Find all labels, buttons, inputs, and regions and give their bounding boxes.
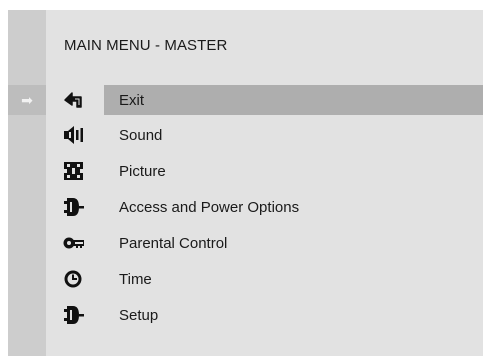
clock-icon: [63, 269, 85, 289]
key-icon: [63, 233, 85, 253]
selection-highlight: [104, 85, 483, 115]
menu-item-label: Sound: [119, 127, 163, 144]
speaker-icon: [63, 125, 85, 145]
exit-arrow-icon: [63, 90, 85, 110]
menu-item-label: Parental Control: [119, 235, 228, 252]
power-plug-icon: [63, 197, 85, 217]
menu-item-setup[interactable]: Setup: [8, 300, 483, 330]
menu-item-exit[interactable]: ➡ Exit: [8, 85, 483, 115]
menu-item-picture[interactable]: Picture: [8, 156, 483, 186]
main-menu-panel: MAIN MENU - MASTER ➡ Exit Sound Picture …: [8, 10, 483, 356]
setup-plug-icon: [63, 305, 85, 325]
menu-item-parental-control[interactable]: Parental Control: [8, 228, 483, 258]
menu-item-label: Exit: [119, 92, 145, 109]
menu-item-access-power[interactable]: Access and Power Options: [8, 192, 483, 222]
menu-item-label: Access and Power Options: [119, 199, 300, 216]
menu-item-label: Setup: [119, 307, 159, 324]
menu-item-label: Time: [119, 271, 152, 288]
menu-item-sound[interactable]: Sound: [8, 120, 483, 150]
menu-item-label: Picture: [119, 163, 166, 180]
menu-item-time[interactable]: Time: [8, 264, 483, 294]
right-arrow-icon: ➡: [21, 91, 33, 108]
picture-pattern-icon: [63, 161, 85, 181]
menu-title: MAIN MENU - MASTER: [64, 37, 228, 54]
